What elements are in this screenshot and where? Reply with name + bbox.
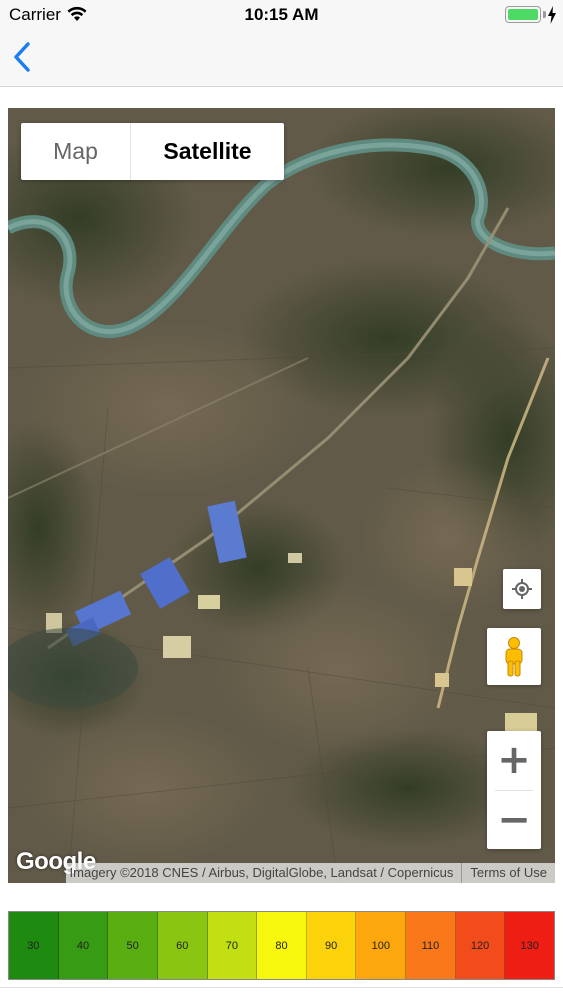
zoom-control: + − <box>487 731 541 849</box>
my-location-button[interactable] <box>503 569 541 609</box>
legend-cell: 130 <box>505 912 555 979</box>
bottom-divider <box>0 987 563 988</box>
map-type-satellite-button[interactable]: Satellite <box>131 123 284 180</box>
legend-cell: 50 <box>108 912 158 979</box>
status-time: 10:15 AM <box>244 5 319 24</box>
legend-cell: 80 <box>257 912 307 979</box>
street-view-button[interactable] <box>487 628 541 685</box>
legend-cell: 110 <box>406 912 456 979</box>
navigation-bar <box>0 30 563 87</box>
status-bar: Carrier 10:15 AM <box>0 0 563 30</box>
my-location-icon <box>512 579 532 599</box>
legend-cell: 100 <box>356 912 407 979</box>
map-attribution-bar: Imagery ©2018 CNES / Airbus, DigitalGlob… <box>65 863 555 883</box>
terms-of-use-link[interactable]: Terms of Use <box>462 863 555 883</box>
imagery-attribution: Imagery ©2018 CNES / Airbus, DigitalGlob… <box>66 863 463 883</box>
zoom-in-button[interactable]: + <box>487 731 541 790</box>
battery-nub <box>543 11 546 18</box>
map-type-map-button[interactable]: Map <box>21 123 131 180</box>
charging-bolt-icon <box>548 6 556 24</box>
legend-cell: 90 <box>306 912 357 979</box>
legend-cell: 120 <box>455 912 506 979</box>
map-view[interactable]: Map Satellite + − Google Imagery ©2018 C… <box>8 108 555 883</box>
legend-cell: 60 <box>157 912 208 979</box>
pegman-icon <box>505 636 523 676</box>
zoom-out-button[interactable]: − <box>487 791 541 850</box>
legend-cell: 40 <box>58 912 109 979</box>
back-button[interactable] <box>8 38 40 76</box>
color-scale-legend: 30 40 50 60 70 80 90 100 110 120 130 <box>8 911 555 980</box>
satellite-imagery <box>8 108 555 883</box>
legend-cell: 30 <box>9 912 59 979</box>
legend-cell: 70 <box>207 912 258 979</box>
battery-icon <box>505 6 541 23</box>
map-type-segmented-control: Map Satellite <box>21 123 284 180</box>
